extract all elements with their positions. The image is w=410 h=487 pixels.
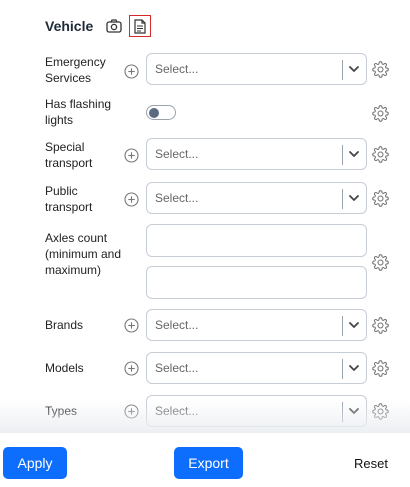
- gear-icon[interactable]: [372, 105, 389, 122]
- gear-icon[interactable]: [372, 317, 389, 334]
- select-divider: [342, 145, 343, 165]
- axles-min-input[interactable]: [146, 224, 367, 257]
- gear-icon[interactable]: [372, 403, 389, 420]
- select-placeholder: Select...: [155, 361, 199, 375]
- section-header: Vehicle: [45, 14, 152, 38]
- chevron-down-icon[interactable]: [347, 361, 361, 375]
- add-icon[interactable]: [124, 64, 139, 79]
- chevron-down-icon[interactable]: [347, 318, 361, 332]
- select-placeholder: Select...: [155, 318, 199, 332]
- gear-icon[interactable]: [372, 146, 389, 163]
- special-transport-select[interactable]: Select...: [146, 138, 367, 170]
- field-label: Axles count (minimum and maximum): [45, 231, 122, 277]
- gear-icon[interactable]: [372, 190, 389, 207]
- field-label: Emergency Services: [45, 55, 106, 85]
- select-placeholder: Select...: [155, 404, 199, 418]
- chevron-down-icon[interactable]: [347, 62, 361, 76]
- gear-icon[interactable]: [372, 360, 389, 377]
- select-divider: [342, 316, 343, 336]
- field-label: Models: [45, 361, 84, 375]
- select-divider: [342, 359, 343, 379]
- chevron-down-icon[interactable]: [347, 191, 361, 205]
- field-label: Public transport: [45, 184, 93, 214]
- document-icon[interactable]: [129, 15, 152, 37]
- brands-select[interactable]: Select...: [146, 309, 367, 341]
- vehicle-filter-panel: Vehicle Emergency Services Select... Has…: [0, 0, 410, 432]
- add-icon[interactable]: [124, 192, 139, 207]
- add-icon[interactable]: [124, 404, 139, 419]
- select-divider: [342, 189, 343, 209]
- field-label: Brands: [45, 318, 84, 332]
- field-label: Has flashing lights: [45, 97, 112, 127]
- chevron-down-icon[interactable]: [347, 404, 361, 418]
- action-footer: Apply Export Reset: [0, 432, 410, 487]
- add-icon[interactable]: [124, 148, 139, 163]
- select-divider: [342, 402, 343, 422]
- toggle-knob: [149, 107, 159, 118]
- select-placeholder: Select...: [155, 147, 199, 161]
- section-title: Vehicle: [45, 18, 94, 34]
- chevron-down-icon[interactable]: [347, 147, 361, 161]
- apply-button[interactable]: Apply: [3, 447, 67, 479]
- export-button[interactable]: Export: [174, 447, 243, 479]
- camera-icon[interactable]: [103, 15, 125, 37]
- gear-icon[interactable]: [372, 61, 389, 78]
- field-label: Special transport: [45, 140, 93, 170]
- field-label: Types: [45, 404, 78, 418]
- select-divider: [342, 60, 343, 80]
- add-icon[interactable]: [124, 361, 139, 376]
- gear-icon[interactable]: [372, 254, 389, 271]
- axles-max-input[interactable]: [146, 266, 367, 299]
- emergency-services-select[interactable]: Select...: [146, 53, 367, 85]
- add-icon[interactable]: [124, 318, 139, 333]
- models-select[interactable]: Select...: [146, 352, 367, 384]
- reset-button[interactable]: Reset: [354, 447, 388, 479]
- select-placeholder: Select...: [155, 191, 199, 205]
- select-placeholder: Select...: [155, 62, 199, 76]
- flashing-lights-toggle[interactable]: [146, 105, 176, 120]
- types-select[interactable]: Select...: [146, 395, 367, 427]
- public-transport-select[interactable]: Select...: [146, 182, 367, 214]
